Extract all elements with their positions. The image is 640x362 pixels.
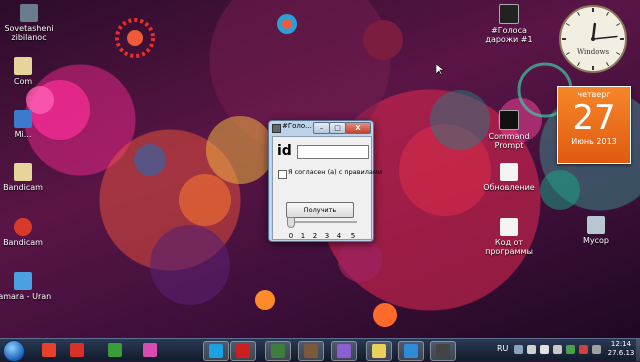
folder-icon: [20, 4, 38, 22]
tray-arrow-icon[interactable]: [514, 345, 523, 354]
taskbar-item-mw[interactable]: [430, 341, 456, 361]
desktop-icon-sovetasheni[interactable]: Sovetasheni zibilanoc: [0, 4, 58, 42]
language-indicator[interactable]: RU: [497, 344, 508, 353]
agree-label[interactable]: Я согласен (а) с правилами: [288, 168, 382, 176]
app-icon: [14, 110, 32, 128]
calendar-month-year: Июнь 2013: [571, 137, 617, 146]
taskbar-item-yandex[interactable]: [65, 341, 89, 359]
tray-time: 12:14: [610, 340, 632, 348]
desktop-icon-bandicam-file[interactable]: Bandicam: [0, 163, 52, 192]
desktop-icon-bandicam[interactable]: Bandicam: [0, 218, 52, 247]
slider-tick-label: 5: [350, 232, 356, 240]
slider-track[interactable]: [287, 221, 357, 223]
document-icon: [500, 163, 518, 181]
tray-app-icon-2[interactable]: [579, 345, 588, 354]
slider-tick-label: 4: [336, 232, 342, 240]
media-player-icon: [143, 343, 157, 357]
taskbar: RU 12:14 27.6.13: [0, 338, 640, 362]
notes-icon: [372, 344, 386, 358]
desktop-icon-com[interactable]: Com: [0, 57, 52, 86]
bandicam-icon: [14, 218, 32, 236]
audio-file-icon: [14, 272, 32, 290]
tray-app-icon[interactable]: [566, 345, 575, 354]
mouse-cursor-icon: [436, 64, 444, 76]
desktop-icon-recycle-bin[interactable]: Мусор: [567, 216, 625, 245]
cmd-icon: [499, 110, 519, 130]
opera-icon: [236, 344, 250, 358]
mw-game-icon: [499, 4, 519, 24]
slider-tick-label: 0: [288, 232, 294, 240]
game-icon: [271, 344, 285, 358]
game-icon-2: [304, 344, 318, 358]
calendar-day: 27: [572, 98, 616, 138]
calendar-gadget[interactable]: четверг 27 Июнь 2013: [557, 86, 631, 164]
desktop-icon-kod[interactable]: Код от программы: [480, 218, 538, 256]
clock-gadget[interactable]: Windows: [558, 4, 628, 74]
taskbar-item-game[interactable]: [265, 341, 291, 361]
document-icon: [500, 218, 518, 236]
skype-icon: [209, 344, 223, 358]
taskbar-item-picasa[interactable]: [331, 341, 357, 361]
app-icon: [272, 124, 281, 133]
desktop-icon-command-prompt[interactable]: Command Prompt: [480, 110, 538, 150]
id-input[interactable]: [297, 145, 369, 159]
taskbar-item-skype[interactable]: [203, 341, 229, 361]
network-icon: [404, 344, 418, 358]
taskbar-item-opera[interactable]: [230, 341, 256, 361]
volume-icon[interactable]: [553, 345, 562, 354]
taskbar-item-notes[interactable]: [366, 341, 392, 361]
chrome-icon: [108, 343, 122, 357]
taskbar-item-game-icon-2[interactable]: [298, 341, 324, 361]
slider-tick-label: 2: [312, 232, 318, 240]
file-icon: [14, 57, 32, 75]
minimize-button[interactable]: –: [313, 122, 330, 134]
tray-app-icon-3[interactable]: [592, 345, 601, 354]
taskbar-item-yandex-browser[interactable]: [37, 341, 61, 359]
clock-brand: Windows: [577, 48, 610, 56]
close-button[interactable]: X: [345, 122, 371, 134]
mw-icon: [436, 344, 450, 358]
picasa-icon: [337, 344, 351, 358]
action-center-icon[interactable]: [527, 345, 536, 354]
slider-tick-label: 3: [324, 232, 330, 240]
window-client-area: id Я согласен (а) с правилами Получить 0…: [272, 136, 382, 240]
slider-tick-label: 1: [300, 232, 306, 240]
agree-checkbox[interactable]: [278, 170, 287, 179]
get-button[interactable]: Получить: [286, 202, 354, 218]
desktop-icon-mi[interactable]: Mi...: [0, 110, 52, 139]
id-label: id: [277, 143, 292, 159]
app-window: #Голо... – □ X id Я согласен (а) с прави…: [268, 120, 382, 242]
taskbar-item-media-player[interactable]: [138, 341, 162, 359]
show-desktop-button[interactable]: [636, 339, 640, 361]
desktop: Sovetasheni zibilanoc Com Mi... Bandicam…: [0, 0, 640, 338]
desktop-icon-tamara-uran[interactable]: Tamara - Uran: [0, 272, 52, 301]
maximize-button[interactable]: □: [329, 122, 346, 134]
network-icon[interactable]: [540, 345, 549, 354]
desktop-icon-obnovlenie[interactable]: Обновление: [480, 163, 538, 192]
yandex-icon: [70, 343, 84, 357]
yandex-browser-icon: [42, 343, 56, 357]
taskbar-item-network[interactable]: [398, 341, 424, 361]
file-icon: [14, 163, 32, 181]
start-button[interactable]: [3, 340, 25, 362]
tray-clock[interactable]: 12:14 27.6.13: [606, 340, 636, 358]
window-titlebar[interactable]: #Голо... – □ X: [269, 121, 373, 134]
taskbar-item-chrome[interactable]: [103, 341, 127, 359]
recycle-bin-icon: [587, 216, 605, 234]
desktop-icon-golosa[interactable]: #Голоса дарожи #1: [480, 4, 538, 44]
window-title: #Голо...: [282, 122, 312, 130]
slider-thumb[interactable]: [287, 217, 295, 228]
tray-date: 27.6.13: [607, 349, 635, 357]
